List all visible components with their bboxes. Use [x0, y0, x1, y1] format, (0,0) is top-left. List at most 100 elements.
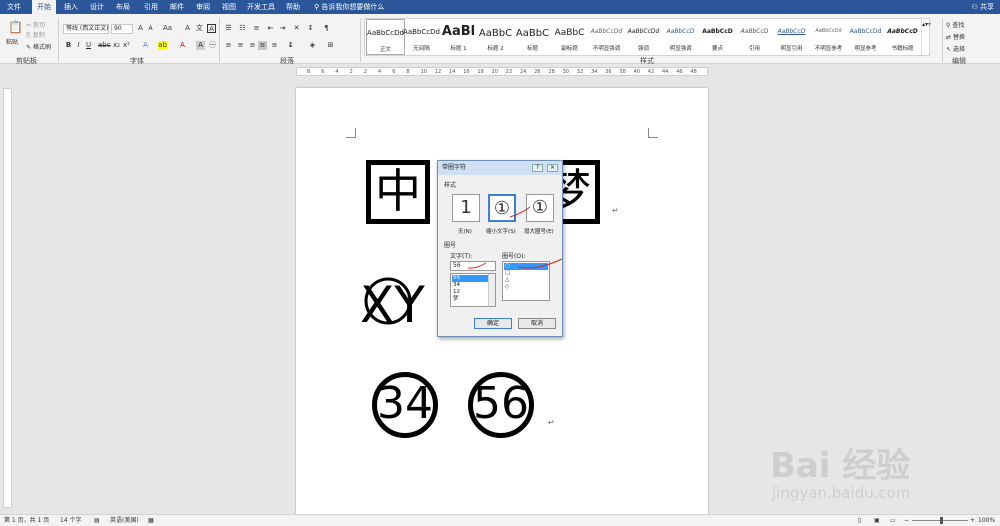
- sort-icon[interactable]: ↕: [306, 24, 315, 33]
- highlight-icon[interactable]: ab: [158, 41, 167, 50]
- ruler-tick-label: 26: [534, 69, 541, 75]
- macro-icon[interactable]: ▦: [148, 515, 154, 526]
- language[interactable]: 英语(美国): [110, 515, 139, 526]
- style-item[interactable]: AaBbCcDd 强调: [625, 19, 664, 55]
- ruler-tick-label: 46: [676, 69, 683, 75]
- watermark-logo: Bai 经验: [770, 446, 911, 486]
- increase-indent-icon[interactable]: ⇥: [278, 24, 287, 33]
- superscript-icon[interactable]: x²: [122, 41, 131, 50]
- align-right-icon[interactable]: ≡: [248, 41, 257, 50]
- bold-icon[interactable]: B: [64, 41, 73, 50]
- ruler-tick-label: 38: [619, 69, 626, 75]
- replace-button[interactable]: ⇄ 替换: [946, 32, 965, 41]
- format-painter-button[interactable]: ✎ 格式刷: [26, 42, 51, 51]
- style-item[interactable]: AaBbC 副标题: [551, 19, 590, 55]
- decrease-indent-icon[interactable]: ⇤: [266, 24, 275, 33]
- justify-icon[interactable]: ≡: [258, 41, 267, 50]
- share-button[interactable]: ⚇ 共享: [971, 0, 994, 14]
- strikethrough-icon[interactable]: abc: [98, 41, 111, 50]
- find-button[interactable]: ⚲ 查找: [946, 20, 964, 29]
- line-spacing-icon[interactable]: ↨: [286, 41, 295, 50]
- style-item[interactable]: AaBl 标题 1: [440, 19, 479, 55]
- horizontal-ruler[interactable]: 8 6 4 2 2 4 6 8 10 12 14 16 18 20 22 24 26 28 30 32 34 36 38 40…: [296, 67, 708, 76]
- italic-icon[interactable]: I: [74, 41, 83, 50]
- tab-file[interactable]: 文件: [2, 0, 26, 14]
- paste-icon[interactable]: 📋: [8, 20, 23, 34]
- style-item[interactable]: AaBbCcDd 不明显参考: [810, 19, 849, 55]
- style-name: 标题: [526, 46, 538, 52]
- page-count[interactable]: 第 1 页，共 1 页: [4, 515, 49, 526]
- overlaid-xy-text: XY: [360, 276, 425, 330]
- style-item[interactable]: AaBbC 标题: [514, 19, 553, 55]
- subscript-icon[interactable]: x₂: [112, 41, 121, 50]
- gallery-scroll-icon[interactable]: ▴▾▿: [921, 19, 931, 55]
- character-shading-icon[interactable]: A: [196, 41, 205, 50]
- style-item[interactable]: AaBbCcD 引用: [736, 19, 775, 55]
- tab-references[interactable]: 引用: [140, 0, 162, 14]
- ribbon-tab-bar: 文件 开始 插入 设计 布局 引用 邮件 审阅 视图 开发工具 帮助 ⚲ 告诉我…: [0, 0, 1000, 14]
- bullets-icon[interactable]: ☰: [224, 24, 233, 33]
- scissors-icon: ✂: [26, 22, 33, 29]
- ruler-tick-label: 36: [605, 69, 612, 75]
- style-item[interactable]: AaBbCcDd 明显参考: [847, 19, 886, 55]
- tab-help[interactable]: 帮助: [282, 0, 304, 14]
- vertical-ruler[interactable]: [3, 88, 12, 508]
- tab-mailings[interactable]: 邮件: [166, 0, 188, 14]
- show-marks-icon[interactable]: ¶: [322, 24, 331, 33]
- tab-view[interactable]: 视图: [218, 0, 240, 14]
- paste-button[interactable]: 粘贴: [6, 37, 18, 46]
- font-size-combo[interactable]: 90: [111, 24, 133, 34]
- cut-button[interactable]: ✂ 剪切: [26, 20, 45, 29]
- font-color-icon[interactable]: A: [178, 41, 187, 50]
- ruler-tick-label: 42: [647, 69, 655, 75]
- phonetic-guide-icon[interactable]: 文: [195, 24, 204, 33]
- multilevel-list-icon[interactable]: ≡: [252, 24, 261, 33]
- grow-font-icon[interactable]: A: [136, 24, 145, 33]
- tab-home[interactable]: 开始: [32, 0, 56, 14]
- tab-review[interactable]: 审阅: [192, 0, 214, 14]
- clear-format-icon[interactable]: A: [183, 24, 192, 33]
- style-sample: AaBbCcDd: [627, 28, 660, 35]
- numbering-icon[interactable]: ☷: [238, 24, 247, 33]
- tell-me-search[interactable]: ⚲ 告诉我你想要做什么: [314, 0, 384, 14]
- word-count[interactable]: 14 个字: [60, 515, 82, 526]
- styles-gallery: AaBbCcDd 正文 AaBbCcDd 无间隔 AaBl 标题 1 AaBbC 标题 2 Aa…: [364, 18, 931, 56]
- tab-developer[interactable]: 开发工具: [246, 0, 276, 14]
- character-border-icon[interactable]: A: [207, 24, 216, 33]
- shading-icon[interactable]: ◈: [308, 41, 317, 50]
- font-name-combo[interactable]: 等线 (西文正文): [63, 24, 109, 34]
- overlay-text: XY: [360, 276, 425, 330]
- zoom-slider-thumb[interactable]: [940, 517, 943, 524]
- style-item[interactable]: AaBbCcD 要点: [699, 19, 738, 55]
- select-button[interactable]: ↖ 选择: [946, 44, 965, 53]
- paragraph-group-label: 段落: [280, 57, 294, 65]
- style-item[interactable]: AaBbCcDd 正文: [366, 19, 405, 55]
- shrink-font-icon[interactable]: A: [146, 24, 155, 33]
- tab-layout[interactable]: 布局: [112, 0, 134, 14]
- enclose-characters-icon[interactable]: ㊀: [208, 41, 217, 50]
- align-center-icon[interactable]: ≡: [236, 41, 245, 50]
- style-item[interactable]: AaBbCcD 书籍标题: [884, 19, 923, 55]
- ruler-tick-label: 12: [434, 69, 442, 75]
- chinese-layout-icon[interactable]: ✕: [292, 24, 301, 33]
- change-case-icon[interactable]: Aa: [163, 24, 172, 33]
- ruler-tick-label: 6: [392, 69, 396, 75]
- style-item[interactable]: AaBbC 标题 2: [477, 19, 516, 55]
- style-item[interactable]: AaBbCcDd 不明显强调: [588, 19, 627, 55]
- style-name: 引用: [748, 46, 760, 52]
- underline-icon[interactable]: U: [84, 41, 93, 50]
- align-left-icon[interactable]: ≡: [224, 41, 233, 50]
- text-effects-icon[interactable]: A: [141, 41, 150, 50]
- margin-corner: [346, 128, 356, 138]
- style-name: 强调: [637, 46, 649, 52]
- style-item[interactable]: AaBbCcD 明显引用: [773, 19, 812, 55]
- style-item[interactable]: AaBbCcD 明显强调: [662, 19, 701, 55]
- tab-design[interactable]: 设计: [86, 0, 108, 14]
- style-item[interactable]: AaBbCcDd 无间隔: [403, 19, 442, 55]
- proofing-icon[interactable]: ▤: [94, 515, 100, 526]
- distributed-icon[interactable]: ≡: [270, 41, 279, 50]
- copy-button[interactable]: ⎘ 复制: [26, 30, 45, 40]
- borders-icon[interactable]: ⊞: [326, 41, 335, 50]
- ruler-tick-label: 30: [562, 69, 569, 75]
- tab-insert[interactable]: 插入: [60, 0, 82, 14]
